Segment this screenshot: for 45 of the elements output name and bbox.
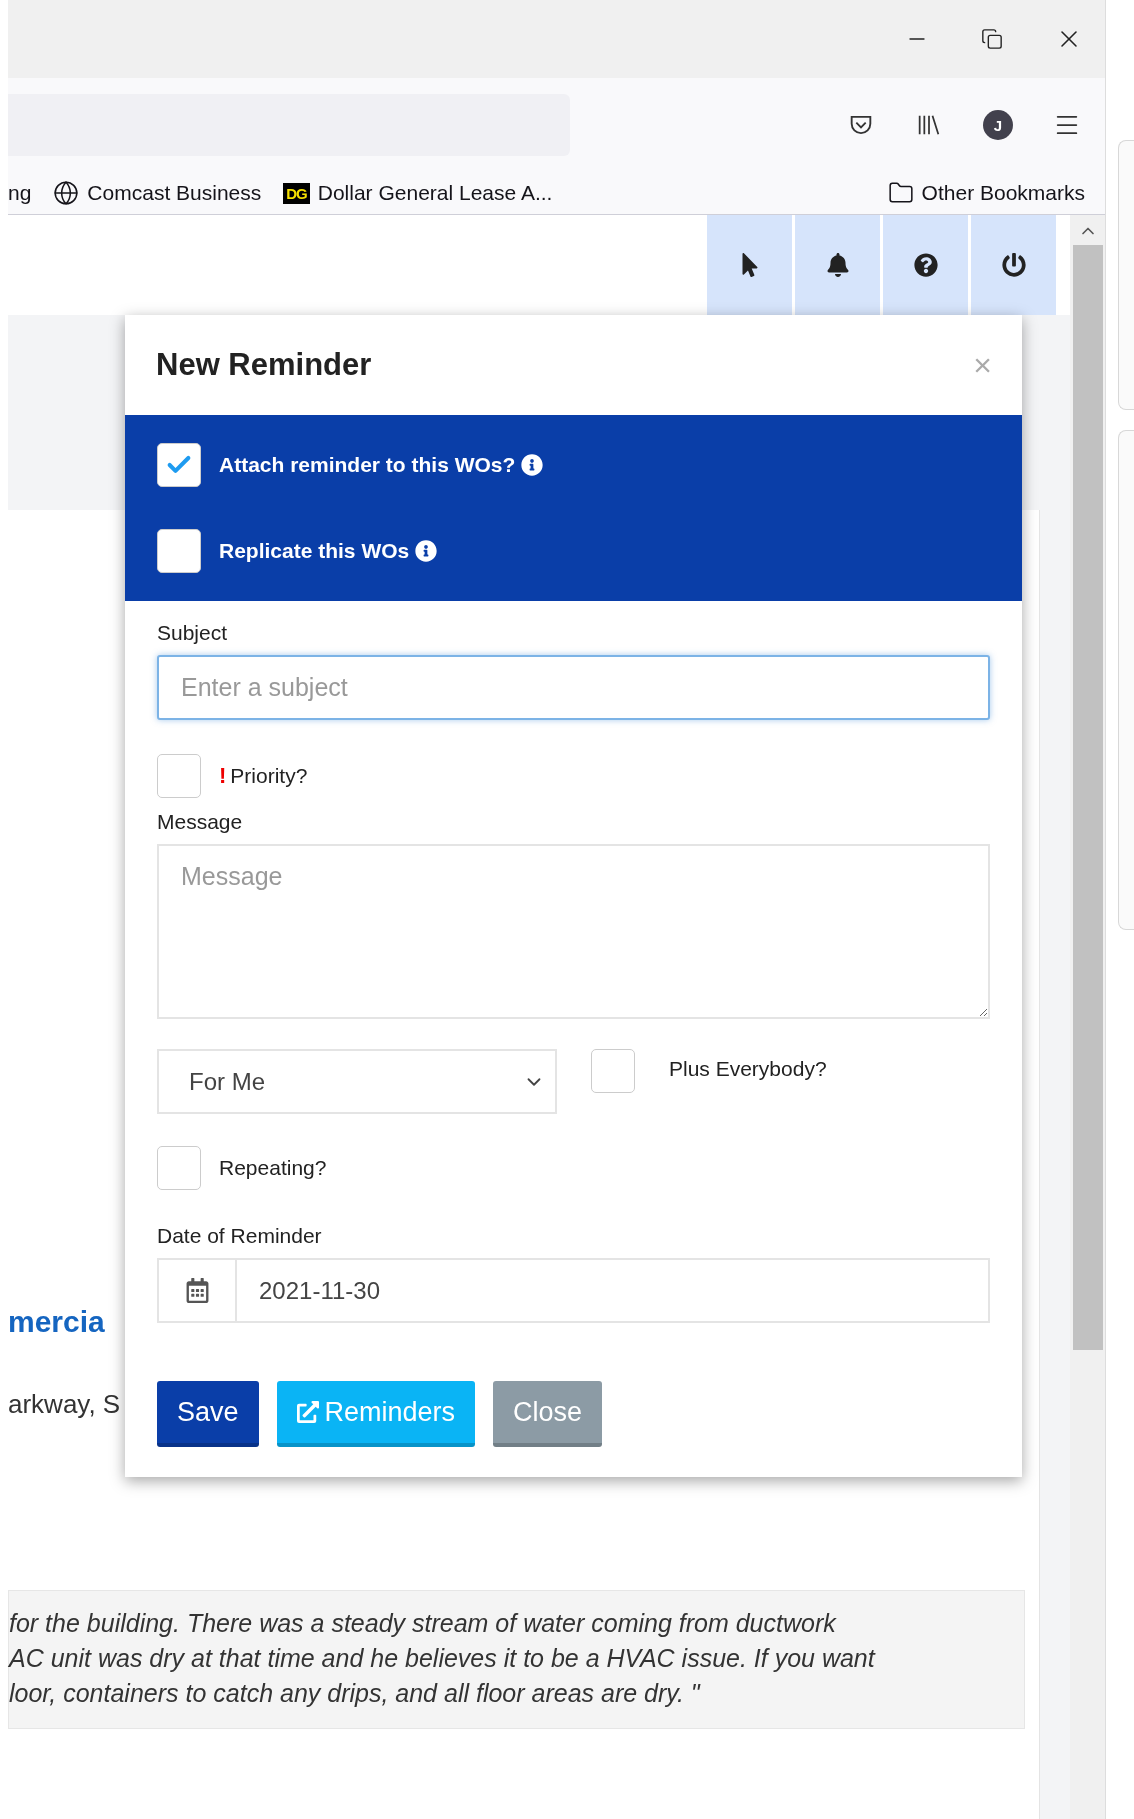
dialog-button[interactable]: Save	[157, 1381, 259, 1447]
scroll-thumb[interactable]	[1072, 245, 1103, 1350]
power-button[interactable]	[971, 215, 1056, 315]
info-icon[interactable]	[521, 454, 544, 476]
notifications-button[interactable]	[795, 215, 880, 315]
priority-mark: !	[219, 763, 227, 789]
field-label: Subject	[157, 621, 229, 645]
repeating-checkbox[interactable]	[157, 1146, 201, 1190]
priority-checkbox[interactable]	[157, 754, 201, 798]
option-label: Attach reminder to this WOs?	[219, 453, 516, 477]
field-label: Date of Reminder	[157, 1224, 323, 1248]
subject-field[interactable]: Enter a subject	[157, 655, 990, 720]
checkbox-label: Priority?	[230, 764, 308, 788]
restore-icon[interactable]	[981, 28, 1003, 50]
bookmark-folder[interactable]: Other Bookmarks	[921, 181, 1085, 205]
note-text: loor, containers to catch any drips, and all floor areas are dry. "	[9, 1679, 702, 1708]
pointer-button[interactable]	[707, 215, 792, 315]
power-icon	[1001, 253, 1026, 277]
property-title: mercia	[8, 1305, 106, 1339]
account-avatar[interactable]: J	[983, 110, 1013, 140]
option-checkbox[interactable]	[157, 529, 201, 573]
bell-icon	[825, 253, 850, 277]
date-field[interactable]: 2021-11-30	[157, 1258, 990, 1323]
globe-icon	[53, 180, 80, 206]
help-button[interactable]	[883, 215, 968, 315]
scrollbar[interactable]	[1070, 215, 1105, 1819]
dialog-title: New Reminder	[156, 347, 372, 383]
property-address: arkway, S	[8, 1389, 122, 1420]
field-label: Message	[157, 810, 244, 834]
bookmark-link[interactable]: ng	[8, 181, 32, 205]
help-icon	[913, 253, 938, 277]
bookmark-link[interactable]: Comcast Business	[87, 181, 262, 205]
message-field[interactable]: Message	[157, 844, 990, 1019]
everybody-checkbox[interactable]	[591, 1049, 635, 1093]
checkbox-label: Plus Everybody?	[669, 1057, 827, 1081]
bookmark-link[interactable]: Dollar General Lease A...	[317, 181, 553, 205]
checkbox-label: Repeating?	[219, 1156, 327, 1180]
recipient-select[interactable]: For Me	[157, 1049, 557, 1114]
option-checkbox[interactable]	[157, 443, 201, 487]
option-label: Replicate this WOs	[219, 539, 410, 563]
note-text: AC unit was dry at that time and he believes it to be a HVAC issue. If you want	[9, 1644, 877, 1673]
note-text: for the building. There was a steady stream of water coming from ductwork	[9, 1609, 838, 1638]
calendar-icon	[184, 1278, 210, 1303]
bookmark-logo: DG	[283, 182, 310, 204]
info-icon[interactable]	[415, 540, 438, 562]
